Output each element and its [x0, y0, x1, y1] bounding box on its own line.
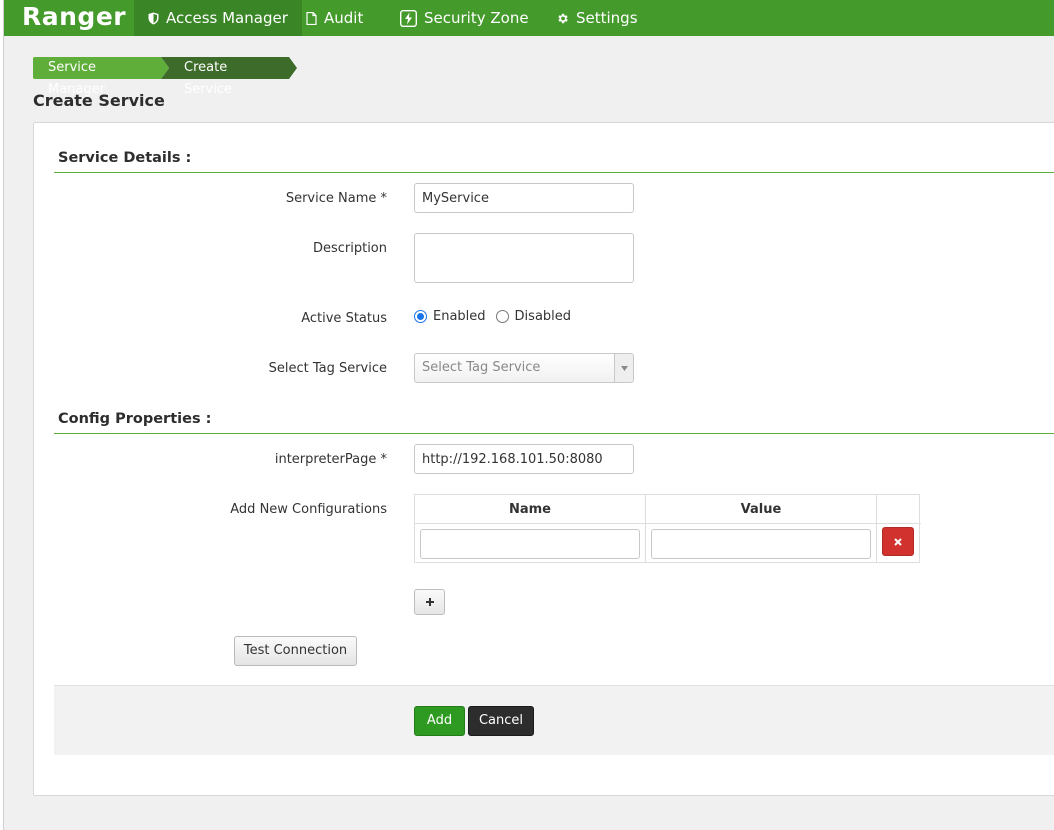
config-value-header: Value	[646, 495, 877, 524]
nav-audit-label: Audit	[324, 9, 364, 27]
table-row	[415, 524, 646, 563]
create-service-form: Service Details : Service Name * Descrip…	[33, 122, 1054, 796]
page-title: Create Service	[33, 91, 165, 110]
table-row	[646, 524, 877, 563]
nav-access-manager[interactable]: Access Manager	[134, 0, 302, 36]
interpreter-page-input[interactable]	[414, 444, 634, 474]
add-config-row-button[interactable]	[414, 589, 445, 615]
nav-security-zone[interactable]: Security Zone	[386, 0, 543, 36]
nav-access-manager-label: Access Manager	[166, 9, 288, 27]
active-status-radio-group: Enabled Disabled	[414, 309, 581, 324]
breadcrumb: Service Manager Create Service	[33, 57, 297, 97]
section-divider	[54, 172, 1054, 173]
adjacent-window-edge	[0, 0, 4, 830]
config-value-input[interactable]	[651, 529, 871, 559]
nav-settings-label: Settings	[576, 9, 638, 27]
chevron-down-icon[interactable]	[614, 354, 633, 382]
top-navbar: Ranger Access Manager Audit Security Zon…	[4, 0, 1054, 36]
cancel-button[interactable]: Cancel	[468, 706, 534, 736]
breadcrumb-create-service: Create Service	[161, 57, 297, 97]
lightning-icon	[400, 9, 417, 27]
add-new-configurations-label: Add New Configurations	[230, 502, 387, 517]
section-divider	[54, 433, 1054, 434]
shield-icon	[148, 12, 159, 24]
close-icon	[894, 537, 902, 546]
form-actions: Add Cancel	[54, 685, 1054, 755]
description-textarea[interactable]	[414, 233, 634, 283]
remove-config-button[interactable]	[882, 527, 914, 556]
add-button[interactable]: Add	[414, 706, 465, 736]
config-table: Name Value	[414, 494, 921, 563]
config-action-header	[877, 495, 921, 524]
brand-logo[interactable]: Ranger	[22, 0, 126, 36]
service-name-label: Service Name *	[285, 191, 387, 206]
config-name-input[interactable]	[420, 529, 640, 559]
description-label: Description	[312, 241, 387, 256]
test-connection-button[interactable]: Test Connection	[234, 636, 357, 666]
file-icon	[306, 11, 317, 25]
gear-icon	[558, 13, 568, 23]
enabled-radio[interactable]	[414, 310, 427, 323]
disabled-radio-label[interactable]: Disabled	[515, 309, 571, 324]
service-details-heading: Service Details :	[58, 150, 192, 166]
enabled-radio-label[interactable]: Enabled	[433, 309, 486, 324]
breadcrumb-service-manager[interactable]: Service Manager	[33, 57, 169, 97]
interpreter-page-label: interpreterPage *	[274, 452, 387, 467]
nav-audit[interactable]: Audit	[292, 0, 377, 36]
tag-service-select[interactable]: Select Tag Service	[414, 353, 634, 383]
active-status-label: Active Status	[301, 311, 387, 326]
nav-security-zone-label: Security Zone	[424, 9, 529, 27]
tag-service-label: Select Tag Service	[268, 361, 387, 376]
config-properties-heading: Config Properties :	[58, 411, 212, 427]
disabled-radio[interactable]	[495, 310, 509, 323]
plus-icon	[425, 598, 434, 606]
service-name-input[interactable]	[414, 183, 634, 213]
tag-service-placeholder: Select Tag Service	[422, 360, 541, 375]
nav-settings[interactable]: Settings	[542, 0, 652, 36]
config-name-header: Name	[415, 495, 646, 524]
